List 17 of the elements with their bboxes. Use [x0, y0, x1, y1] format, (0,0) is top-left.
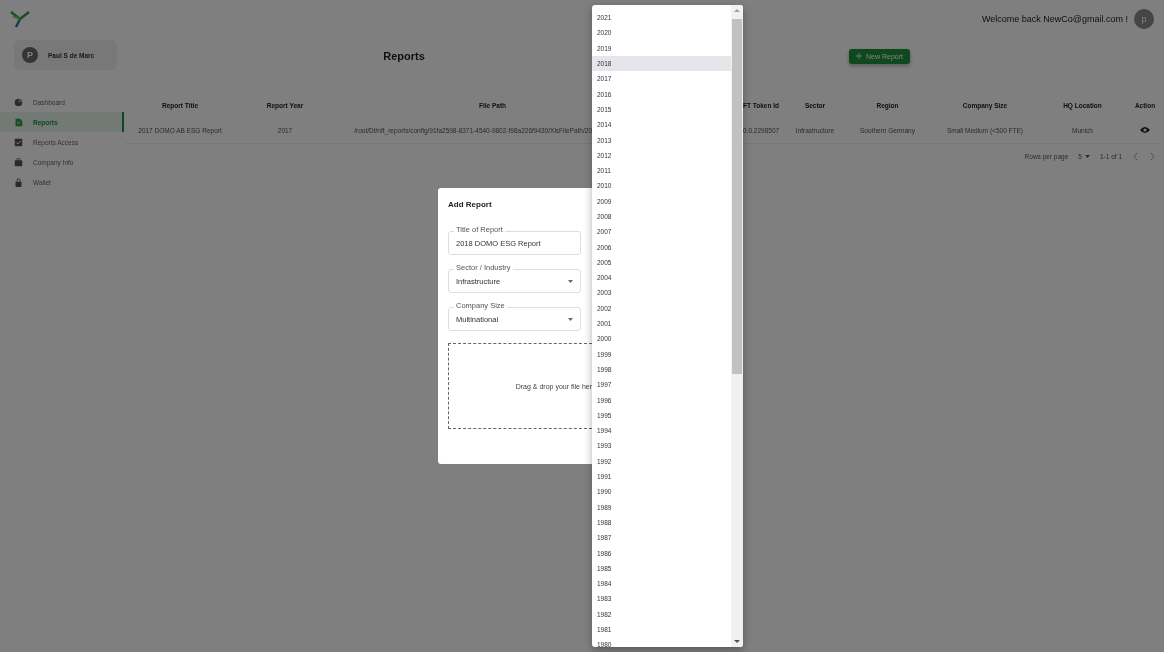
pie-chart-icon — [14, 97, 23, 107]
checkbox-icon — [14, 137, 23, 147]
caret-icon — [568, 279, 573, 283]
lock-icon — [14, 177, 23, 187]
eye-icon[interactable] — [1140, 126, 1150, 134]
previous-page-icon[interactable] — [1132, 152, 1139, 160]
welcome-message: Welcome back NewCo@gmail.com ! — [982, 14, 1128, 24]
page-title: Reports — [382, 50, 426, 62]
logo-icon — [10, 10, 30, 28]
briefcase-icon — [14, 157, 23, 167]
dialog-title: Add Report — [448, 200, 493, 209]
next-page-icon[interactable] — [1149, 152, 1156, 160]
profile-avatar: P — [22, 47, 38, 63]
plus-icon — [856, 53, 862, 59]
caret-icon — [568, 317, 573, 321]
document-icon — [14, 117, 23, 127]
caret-icon — [1084, 154, 1090, 158]
